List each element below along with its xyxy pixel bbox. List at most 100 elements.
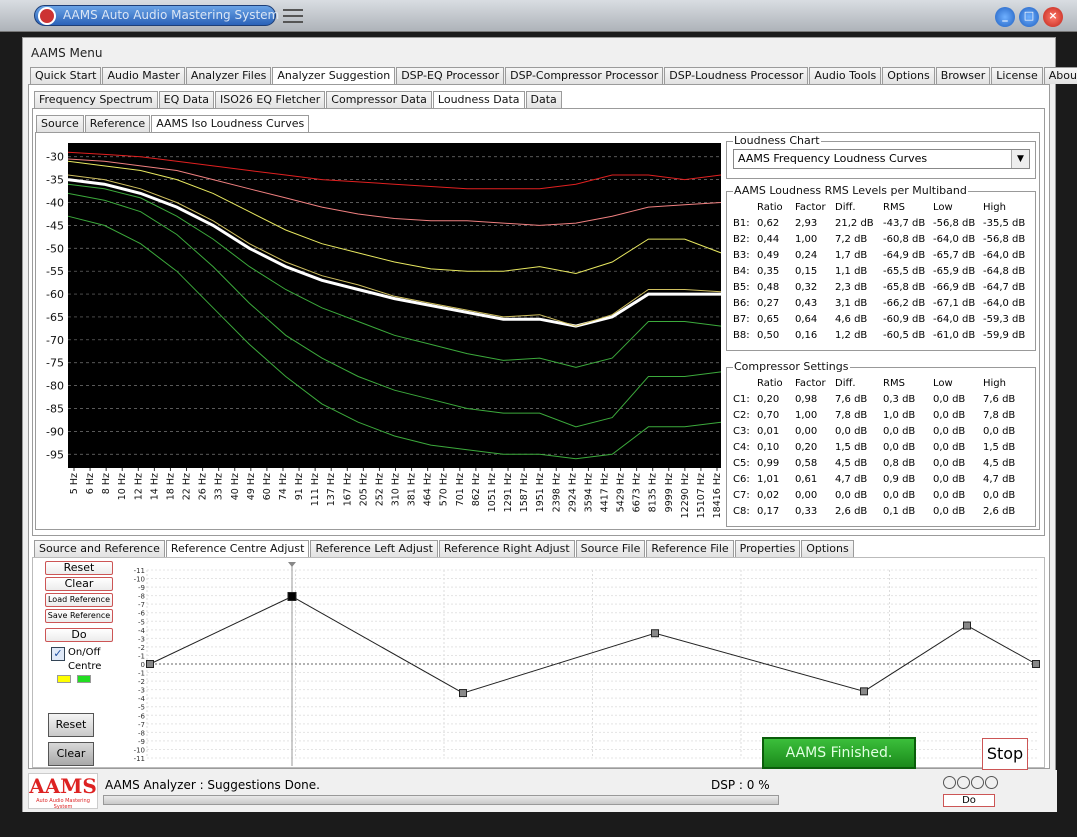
status-do-button[interactable]: Do (943, 794, 995, 807)
tab-frequency-spectrum[interactable]: Frequency Spectrum (34, 91, 158, 108)
tab-options[interactable]: Options (882, 67, 935, 84)
tab-browser[interactable]: Browser (935, 67, 991, 84)
maximize-button[interactable]: □ (1019, 7, 1039, 27)
tab-dsp-compressor-processor[interactable]: DSP-Compressor Processor (505, 67, 664, 84)
adjust-chart[interactable]: -11-10-9-8-7-6-5-4-3-2-10-1-2-3-4-5-6-7-… (113, 558, 1043, 766)
onoff-checkbox[interactable]: ✓ (51, 647, 65, 661)
indicator-icon (957, 776, 970, 789)
tab-reference-file[interactable]: Reference File (646, 540, 734, 557)
close-button[interactable]: × (1043, 7, 1063, 27)
y-tick-label: -60 (46, 288, 64, 301)
table-cell: -65,7 dB (933, 249, 976, 261)
tab-reference-left-adjust[interactable]: Reference Left Adjust (310, 540, 438, 557)
adjust-point-handle[interactable] (146, 660, 154, 668)
table-cell: -59,9 dB (983, 329, 1026, 341)
tab-reference-right-adjust[interactable]: Reference Right Adjust (438, 540, 575, 557)
x-tick-label: 15107 Hz (696, 473, 707, 518)
table-cell: 0,0 dB (883, 489, 916, 501)
table-cell: 0,33 (795, 505, 818, 517)
tab-dsp-eq-processor[interactable]: DSP-EQ Processor (396, 67, 505, 84)
tab-source[interactable]: Source (36, 115, 84, 132)
table-cell: 0,10 (757, 441, 780, 453)
tab-dsp-loudness-processor[interactable]: DSP-Loudness Processor (664, 67, 809, 84)
table-cell: -60,8 dB (883, 233, 926, 245)
clear-button[interactable]: Clear (45, 577, 113, 591)
chevron-down-icon[interactable]: ▼ (1011, 150, 1029, 168)
column-header: RMS (883, 377, 905, 389)
load-reference-button[interactable]: Load Reference (45, 593, 113, 607)
table-cell: 0,0 dB (835, 425, 868, 437)
tab-license[interactable]: License (991, 67, 1043, 84)
tab-reference[interactable]: Reference (84, 115, 151, 132)
tab-analyzer-files[interactable]: Analyzer Files (185, 67, 272, 84)
x-tick-label: 6673 Hz (632, 473, 643, 512)
y-tick-label: -35 (46, 174, 64, 187)
y-tick-label: -75 (46, 357, 64, 370)
loudness-chart-label: Loudness Chart (733, 134, 821, 147)
table-cell: B4: (733, 265, 750, 277)
x-tick-label: 18 Hz (165, 473, 176, 500)
tab-iso26-eq-fletcher[interactable]: ISO26 EQ Fletcher (215, 91, 326, 108)
y-tick-label: -10 (134, 746, 145, 754)
adjust-point-handle[interactable] (860, 687, 868, 696)
adjust-point-handle[interactable] (651, 629, 659, 638)
reset-button[interactable]: Reset (45, 561, 113, 575)
table-cell: -66,2 dB (883, 297, 926, 309)
tab-audio-tools[interactable]: Audio Tools (809, 67, 882, 84)
app-logo-icon[interactable] (38, 7, 56, 25)
tab-options[interactable]: Options (801, 540, 854, 557)
table-cell: -35,5 dB (983, 217, 1026, 229)
tab-about[interactable]: About (1043, 67, 1077, 84)
table-cell: -65,9 dB (933, 265, 976, 277)
stop-button[interactable]: Stop (982, 738, 1028, 770)
table-cell: 0,20 (795, 441, 818, 453)
reset-button-2[interactable]: Reset (48, 713, 94, 737)
table-cell: 0,0 dB (835, 489, 868, 501)
tab-eq-data[interactable]: EQ Data (158, 91, 215, 108)
tab-quick-start[interactable]: Quick Start (30, 67, 102, 84)
table-cell: 0,9 dB (883, 473, 916, 485)
tab-properties[interactable]: Properties (734, 540, 801, 557)
clear-button-2[interactable]: Clear (48, 742, 94, 766)
save-reference-button[interactable]: Save Reference (45, 609, 113, 623)
hamburger-menu-icon[interactable] (283, 9, 303, 23)
table-row: C3: 0,01 0,00 0,0 dB 0,0 dB 0,0 dB 0,0 dB (731, 423, 1029, 439)
table-row: B1: 0,62 2,93 21,2 dB -43,7 dB -56,8 dB -35,5 … (731, 215, 1029, 231)
table-cell: -56,8 dB (933, 217, 976, 229)
table-cell: 4,7 dB (835, 473, 868, 485)
column-header: Diff. (835, 377, 856, 389)
tab-data[interactable]: Data (525, 91, 562, 108)
table-cell: 0,35 (757, 265, 780, 277)
adjust-point-handle[interactable] (1032, 660, 1040, 668)
table-cell: 1,00 (795, 409, 818, 421)
table-cell: 3,1 dB (835, 297, 868, 309)
table-cell: -60,5 dB (883, 329, 926, 341)
tab-loudness-data[interactable]: Loudness Data (432, 91, 525, 109)
sub-tab-bar: Frequency Spectrum EQ Data ISO26 EQ Fletch… (34, 91, 563, 109)
table-cell: 0,1 dB (883, 505, 916, 517)
tab-audio-master[interactable]: Audio Master (102, 67, 185, 84)
x-tick-label: 6 Hz (85, 473, 96, 494)
table-cell: C2: (733, 409, 750, 421)
loudness-chart-select[interactable]: AAMS Frequency Loudness Curves ▼ (733, 149, 1030, 169)
tab-aams-iso-loudness-curves[interactable]: AAMS Iso Loudness Curves (151, 115, 310, 133)
tab-source-file[interactable]: Source File (575, 540, 646, 557)
tab-reference-centre-adjust[interactable]: Reference Centre Adjust (165, 540, 310, 558)
indicator-icon (971, 776, 984, 789)
tab-compressor-data[interactable]: Compressor Data (326, 91, 432, 108)
do-button[interactable]: Do (45, 628, 113, 642)
aams-logo-text: AAMS (29, 774, 97, 798)
table-row: B5: 0,48 0,32 2,3 dB -65,8 dB -66,9 dB -64,7 d… (731, 279, 1029, 295)
yellow-swatch[interactable] (57, 675, 71, 683)
tab-source-and-reference[interactable]: Source and Reference (34, 540, 165, 557)
table-cell: C4: (733, 441, 750, 453)
green-swatch[interactable] (77, 675, 91, 683)
adjust-point-handle[interactable] (287, 591, 297, 601)
adjust-point-handle[interactable] (459, 689, 467, 698)
table-cell: 0,50 (757, 329, 780, 341)
cursor-marker-icon (288, 562, 296, 567)
tab-analyzer-suggestion[interactable]: Analyzer Suggestion (272, 67, 396, 85)
indicator-circles (943, 776, 1001, 792)
minimize-button[interactable]: _ (995, 7, 1015, 27)
adjust-point-handle[interactable] (963, 621, 971, 630)
